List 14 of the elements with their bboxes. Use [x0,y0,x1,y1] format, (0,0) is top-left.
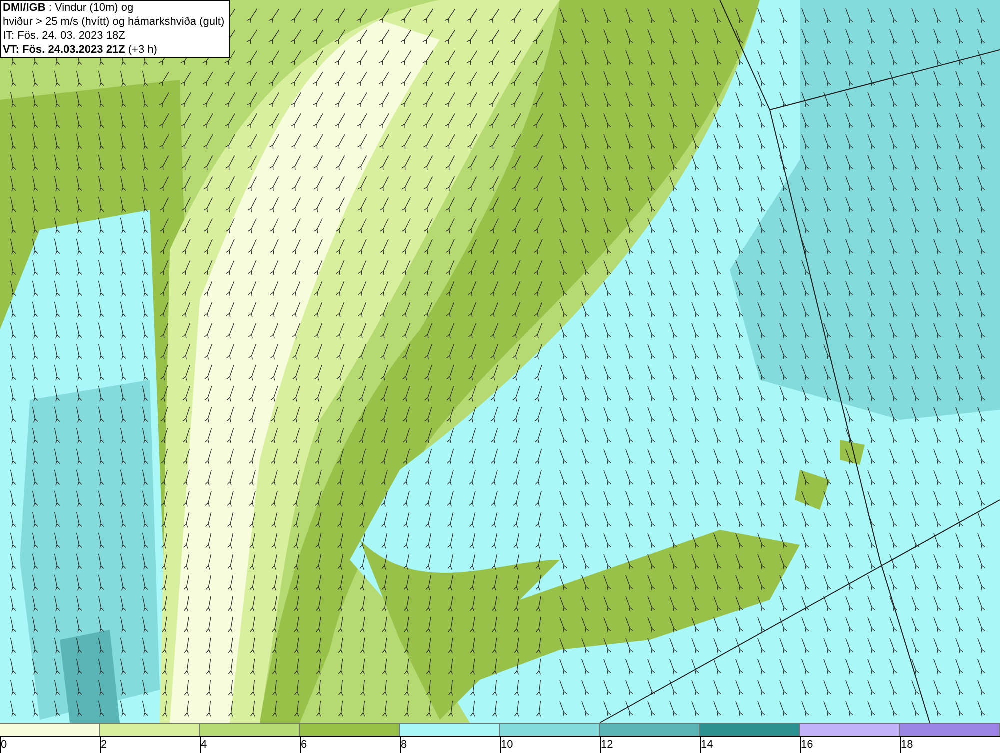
header-line: hviður > 25 m/s (hvítt) og hámarkshviða (gult) [3,15,225,29]
legend-tick-label: 14 [701,739,714,751]
legend-tick-label: 0 [1,739,8,751]
legend-tick-label: 4 [201,739,208,751]
legend-tick-label: 2 [101,739,108,751]
header-line: DMI/IGB : Vindur (10m) og [3,1,135,15]
legend-tick-label: 8 [401,739,408,751]
legend-tick-label: 16 [801,739,814,751]
legend-tick-label: 12 [601,739,614,751]
legend-tick-label: 10 [501,739,514,751]
header-line: IT: Fös. 24. 03. 2023 18Z [3,29,126,43]
legend-tick-label: 6 [301,739,308,751]
header-line: VT: Fös. 24.03.2023 21Z (+3 h) [3,43,158,57]
legend-tick-label: 18 [901,739,914,751]
